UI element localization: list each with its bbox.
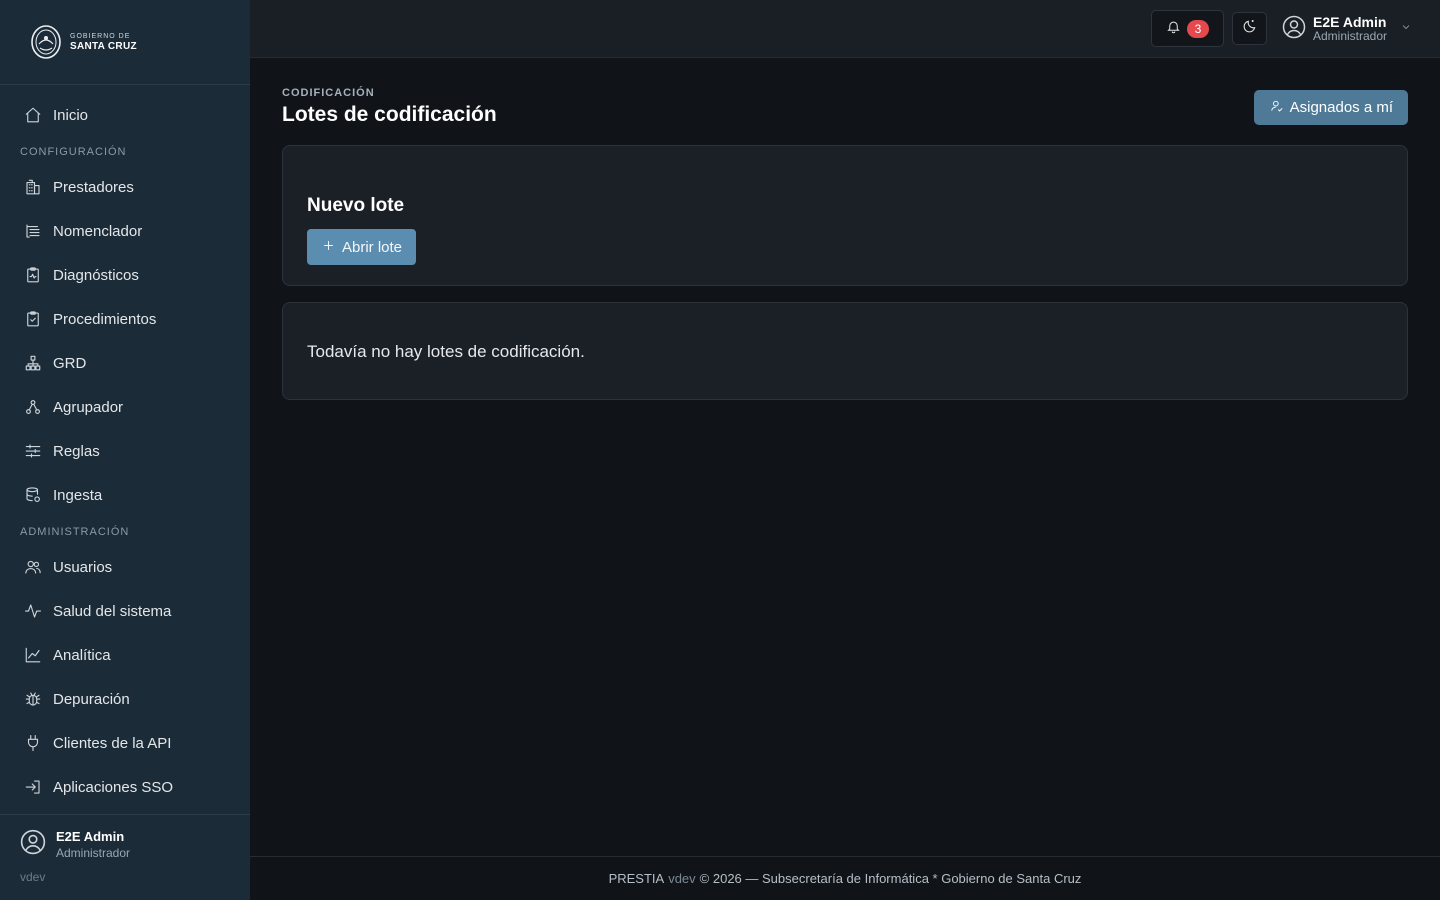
sidebar-item-label: Analítica — [53, 646, 111, 664]
user-name: E2E Admin — [1313, 13, 1387, 30]
sidebar-item-label: Prestadores — [53, 178, 134, 196]
seal-icon — [31, 25, 61, 59]
sidebar-user-role: Administrador — [56, 846, 131, 860]
sidebar-item-reglas[interactable]: Reglas — [0, 429, 250, 473]
sidebar-item-label: Usuarios — [53, 558, 113, 576]
sidebar-item-label: Clientes de la API — [53, 734, 172, 752]
open-batch-button[interactable]: Abrir lote — [307, 229, 417, 265]
sidebar-item-inicio[interactable]: Inicio — [0, 93, 250, 137]
user-role: Administrador — [1313, 29, 1388, 44]
activity-icon — [23, 601, 43, 621]
sidebar-item-depuracion[interactable]: Depuración — [0, 677, 250, 721]
sidebar-item-label: Diagnósticos — [53, 266, 139, 284]
footer: PRESTIA vdev © 2026 — Subsecretaría de I… — [250, 856, 1440, 900]
brand-line2: SANTA CRUZ — [70, 40, 137, 52]
sidebar-item-salud[interactable]: Salud del sistema — [0, 589, 250, 633]
sidebar-item-ingesta[interactable]: Ingesta — [0, 473, 250, 517]
sidebar-item-label: GRD — [53, 354, 87, 372]
open-batch-label: Abrir lote — [342, 238, 403, 256]
sidebar-item-nomenclador[interactable]: Nomenclador — [0, 209, 250, 253]
bell-icon — [1166, 19, 1181, 39]
sidebar-item-analitica[interactable]: Analítica — [0, 633, 250, 677]
theme-toggle-button[interactable] — [1232, 12, 1267, 45]
sidebar: GOBIERNO DE SANTA CRUZ Inicio CONFIGURAC… — [0, 0, 250, 900]
notifications-button[interactable]: 3 — [1151, 10, 1224, 47]
building-icon — [23, 177, 43, 197]
notifications-badge: 3 — [1187, 19, 1209, 38]
user-menu[interactable]: E2E Admin Administrador — [1282, 12, 1412, 46]
list-icon — [23, 221, 43, 241]
sidebar-item-clientes-api[interactable]: Clientes de la API — [0, 721, 250, 765]
page-title: Lotes de codificación — [282, 103, 497, 126]
avatar-icon — [20, 829, 46, 860]
footer-version: vdev — [668, 871, 696, 886]
topbar: 3 E2E Admin Administrador — [250, 0, 1440, 58]
sidebar-item-agrupador[interactable]: Agrupador — [0, 385, 250, 429]
avatar-icon — [1282, 15, 1306, 44]
section-label-configuracion: CONFIGURACIÓN — [20, 146, 127, 158]
app-version: vdev — [20, 870, 46, 884]
brand-line1: GOBIERNO DE — [70, 32, 131, 40]
chart-line-icon — [23, 645, 43, 665]
footer-text: © 2026 — Subsecretaría de Informática * … — [699, 871, 1082, 886]
sidebar-item-label: Aplicaciones SSO — [53, 778, 174, 796]
home-icon — [23, 105, 43, 125]
new-batch-card: Nuevo lote Abrir lote — [282, 145, 1408, 286]
plug-icon — [23, 733, 43, 753]
section-label-administracion: ADMINISTRACIÓN — [20, 526, 130, 538]
assigned-to-me-label: Asignados a mí — [1289, 99, 1393, 116]
plus-icon — [322, 239, 335, 256]
sidebar-item-prestadores[interactable]: Prestadores — [0, 165, 250, 209]
login-icon — [23, 777, 43, 797]
chevron-down-icon — [1394, 20, 1412, 38]
user-check-icon — [1270, 99, 1284, 117]
sidebar-item-label: Reglas — [53, 442, 100, 460]
sidebar-nav: Inicio CONFIGURACIÓN Prestadores Nomencl… — [0, 85, 250, 814]
sidebar-item-label: Nomenclador — [53, 222, 143, 240]
assigned-to-me-button[interactable]: Asignados a mí — [1253, 90, 1408, 125]
sidebar-item-label: Agrupador — [53, 398, 124, 416]
clipboard-check-icon — [23, 309, 43, 329]
sidebar-item-procedimientos[interactable]: Procedimientos — [0, 297, 250, 341]
sidebar-item-grd[interactable]: GRD — [0, 341, 250, 385]
sidebar-item-usuarios[interactable]: Usuarios — [0, 545, 250, 589]
breadcrumb: CODIFICACIÓN — [282, 87, 375, 99]
sidebar-user-panel[interactable]: E2E Admin Administrador vdev — [0, 814, 250, 900]
bug-icon — [23, 689, 43, 709]
sliders-icon — [23, 441, 43, 461]
brand-logo[interactable]: GOBIERNO DE SANTA CRUZ — [0, 0, 250, 85]
moon-icon — [1242, 18, 1258, 39]
batches-list-card: Todavía no hay lotes de codificación. — [282, 302, 1408, 400]
empty-state-message: Todavía no hay lotes de codificación. — [307, 342, 585, 361]
nodes-icon — [23, 397, 43, 417]
sidebar-item-label: Procedimientos — [53, 310, 157, 328]
users-icon — [23, 557, 43, 577]
new-batch-title: Nuevo lote — [307, 195, 405, 216]
sidebar-item-diagnosticos[interactable]: Diagnósticos — [0, 253, 250, 297]
database-icon — [23, 485, 43, 505]
sidebar-item-label: Inicio — [53, 106, 89, 124]
clipboard-pulse-icon — [23, 265, 43, 285]
sidebar-user-name: E2E Admin — [56, 829, 125, 844]
sidebar-item-label: Ingesta — [53, 486, 103, 504]
sidebar-item-label: Depuración — [53, 690, 130, 708]
sidebar-item-aplicaciones-sso[interactable]: Aplicaciones SSO — [0, 765, 250, 809]
hierarchy-icon — [23, 353, 43, 373]
footer-app-name: PRESTIA — [608, 871, 665, 886]
sidebar-item-label: Salud del sistema — [53, 602, 172, 620]
